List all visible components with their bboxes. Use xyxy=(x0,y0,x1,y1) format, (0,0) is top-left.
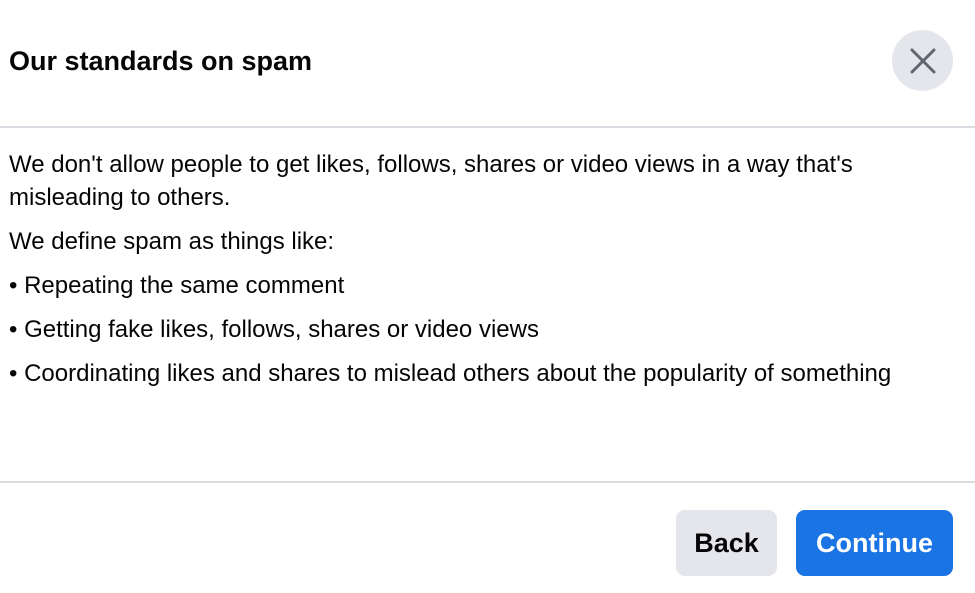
continue-button[interactable]: Continue xyxy=(796,510,953,576)
close-icon xyxy=(910,48,936,74)
list-item: • Getting fake likes, follows, shares or… xyxy=(9,316,539,343)
dialog-body: We don't allow people to get likes, foll… xyxy=(9,148,959,401)
header-divider xyxy=(0,126,975,128)
definition-text: We define spam as things like: xyxy=(9,228,335,255)
dialog-footer: Back Continue xyxy=(0,483,975,593)
intro-text: We don't allow people to get likes, foll… xyxy=(9,151,853,211)
dialog-title: Our standards on spam xyxy=(9,46,313,76)
list-item: • Coordinating likes and shares to misle… xyxy=(9,360,892,387)
back-button[interactable]: Back xyxy=(676,510,777,576)
spam-standards-dialog: Our standards on spam We don't allow peo… xyxy=(0,0,975,593)
list-item: • Repeating the same comment xyxy=(9,272,345,299)
close-button[interactable] xyxy=(892,30,953,91)
dialog-header: Our standards on spam xyxy=(0,0,975,127)
